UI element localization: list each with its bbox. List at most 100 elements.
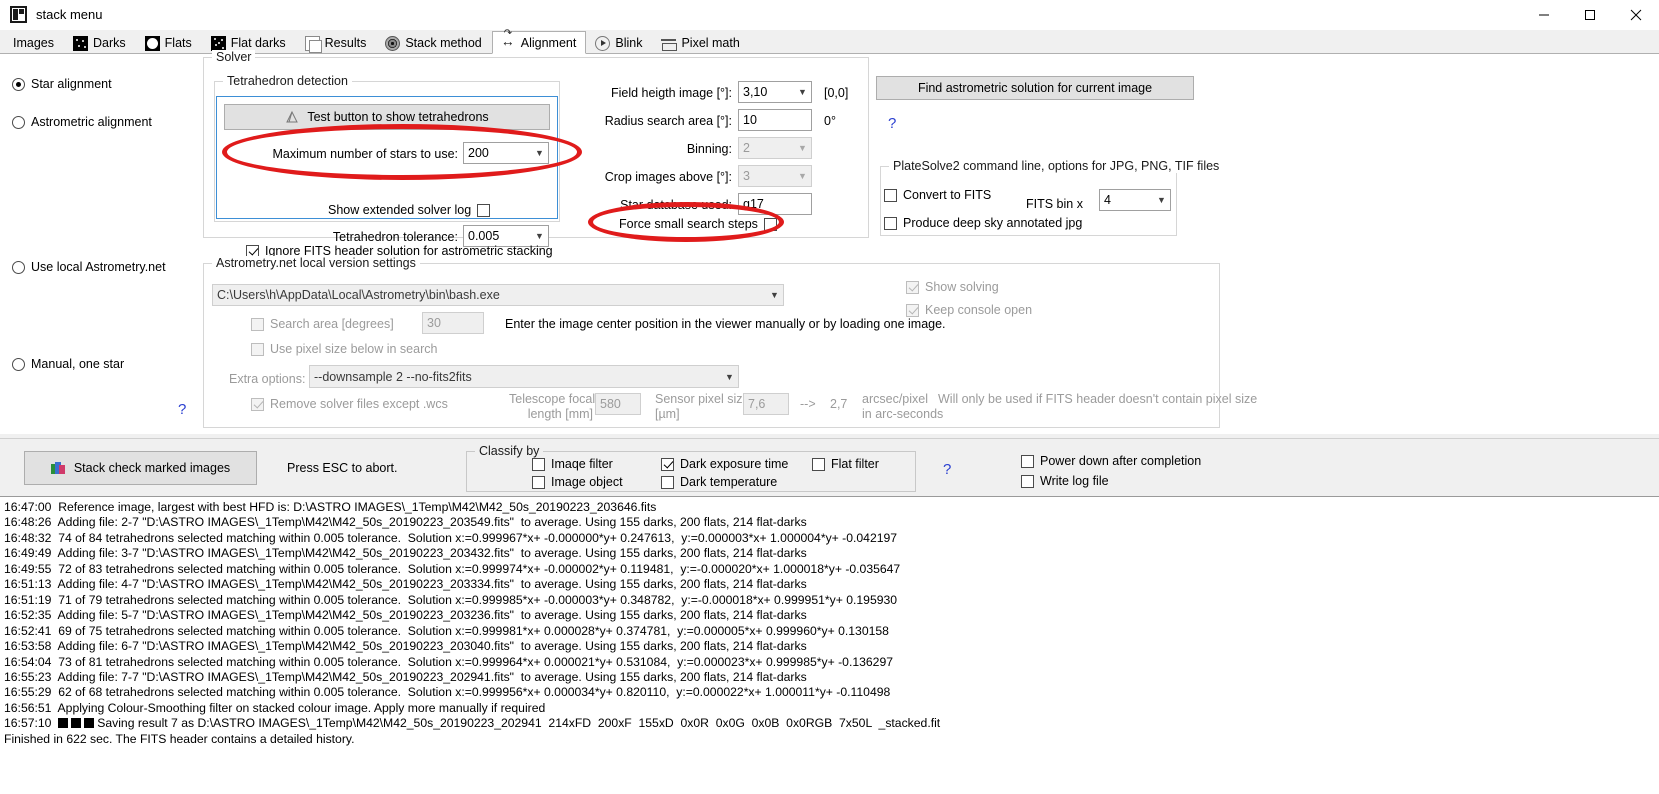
button-label: Stack check marked images	[73, 461, 231, 475]
tab-label: Images	[13, 36, 54, 50]
max-stars-combo[interactable]: 200 ▼	[463, 142, 549, 164]
checkbox-indicator	[884, 188, 897, 202]
radius-search-value: 10	[743, 113, 757, 127]
find-astrometric-solution-button[interactable]: Find astrometric solution for current im…	[876, 76, 1194, 100]
extra-options-combo[interactable]: --downsample 2 --no-fits2fits ▼	[309, 365, 739, 388]
tab-label: Blink	[615, 36, 643, 50]
log-line: 16:52:35 Adding file: 5-7 "D:\ASTRO IMAG…	[4, 608, 807, 623]
stack-method-icon	[385, 35, 401, 51]
chevron-down-icon[interactable]: ▼	[1153, 190, 1170, 210]
classify-image-object-checkbox[interactable]: Image object	[532, 475, 623, 489]
tab-images[interactable]: Images	[4, 31, 64, 54]
test-tetrahedrons-button[interactable]: Test button to show tetrahedrons	[224, 104, 550, 130]
maximize-icon[interactable]	[1567, 0, 1613, 30]
classify-flat-filter-checkbox[interactable]: Flat filter	[812, 457, 879, 471]
power-down-checkbox[interactable]: Power down after completion	[1021, 454, 1201, 468]
crop-images-combo[interactable]: 3 ▼	[738, 165, 812, 187]
abort-hint: Press ESC to abort.	[287, 461, 398, 475]
checkbox-label: Write log file	[1040, 474, 1109, 488]
astrometry-path-combo[interactable]: C:\Users\h\AppData\Local\Astrometry\bin\…	[212, 284, 784, 306]
show-extended-solver-log-checkbox[interactable]: Show extended solver log	[328, 203, 491, 217]
checkbox-label: Show extended solver log	[328, 203, 472, 217]
star-database-input[interactable]: g17	[738, 193, 812, 215]
search-area-value: 30	[427, 316, 441, 330]
field-height-note: [0,0]	[824, 86, 849, 100]
log-line: 16:48:26 Adding file: 2-7 "D:\ASTRO IMAG…	[4, 515, 807, 530]
astrometry-help-icon[interactable]: ?	[178, 401, 186, 418]
chevron-down-icon[interactable]: ▼	[794, 138, 811, 158]
star-database-value: g17	[743, 197, 764, 211]
use-pixel-size-checkbox[interactable]: Use pixel size below in search	[251, 342, 437, 356]
checkbox-label: Keep console open	[925, 303, 1033, 317]
tab-results[interactable]: Results	[296, 31, 377, 54]
show-solving-checkbox[interactable]: Show solving	[906, 280, 999, 294]
binning-combo[interactable]: 2 ▼	[738, 137, 812, 159]
checkbox-indicator	[661, 475, 674, 489]
produce-annotated-jpg-checkbox[interactable]: Produce deep sky annotated jpg	[884, 216, 1082, 230]
tab-blink[interactable]: Blink	[586, 31, 652, 54]
flats-icon	[144, 35, 160, 51]
extra-options-value: --downsample 2 --no-fits2fits	[314, 369, 472, 384]
close-icon[interactable]	[1613, 0, 1659, 30]
classify-dark-temperature-checkbox[interactable]: Dark temperature	[661, 475, 777, 489]
chevron-down-icon[interactable]: ▼	[531, 226, 548, 246]
convert-to-fits-checkbox[interactable]: Convert to FITS	[884, 188, 991, 202]
window-controls	[1521, 0, 1659, 30]
tab-label: Pixel math	[681, 36, 740, 50]
tab-flats[interactable]: Flats	[136, 31, 202, 54]
stack-check-marked-images-button[interactable]: Stack check marked images	[24, 451, 257, 485]
tab-alignment[interactable]: Alignment	[491, 28, 587, 54]
alignment-panel: Star alignment Astrometric alignment Use…	[0, 50, 1659, 434]
sensor-pixel-size-input[interactable]: 7,6	[743, 393, 789, 415]
results-icon	[304, 35, 322, 53]
tab-pixel-math[interactable]: Pixel math	[652, 31, 749, 54]
force-small-search-steps-checkbox[interactable]: Force small search steps	[619, 217, 777, 231]
tab-darks[interactable]: Darks	[64, 31, 136, 54]
remove-solver-files-checkbox[interactable]: Remove solver files except .wcs	[251, 397, 448, 411]
write-log-file-checkbox[interactable]: Write log file	[1021, 474, 1109, 488]
astrometry-path-value: C:\Users\h\AppData\Local\Astrometry\bin\…	[217, 288, 500, 302]
fits-bin-combo[interactable]: 4 ▼	[1099, 189, 1171, 211]
search-area-checkbox[interactable]: Search area [degrees]	[251, 317, 394, 331]
checkbox-label: Dark temperature	[680, 475, 778, 489]
minimize-icon[interactable]	[1521, 0, 1567, 30]
chevron-down-icon[interactable]: ▼	[794, 166, 811, 186]
radio-manual-one-star[interactable]: Manual, one star	[12, 357, 124, 371]
search-area-input[interactable]: 30	[422, 312, 484, 334]
color-swatch-icon	[58, 718, 69, 729]
log-pane[interactable]: 16:47:00 Reference image, largest with b…	[0, 496, 1659, 794]
radio-label: Manual, one star	[31, 357, 125, 371]
field-height-combo[interactable]: 3,10 ▼	[738, 81, 812, 103]
bottom-help-icon[interactable]: ?	[943, 461, 951, 478]
chevron-down-icon[interactable]: ▼	[531, 143, 548, 163]
arrow-indicator: -->	[800, 397, 816, 411]
tab-label: Flats	[164, 36, 192, 50]
radio-star-alignment[interactable]: Star alignment	[12, 77, 112, 91]
telescope-focal-value: 580	[600, 397, 621, 411]
checkbox-indicator	[251, 317, 264, 331]
telescope-focal-input[interactable]: 580	[595, 393, 641, 415]
tab-stack-method[interactable]: Stack method	[376, 31, 491, 54]
alignment-icon	[501, 28, 516, 50]
checkbox-indicator	[884, 216, 897, 230]
radio-astrometric-alignment[interactable]: Astrometric alignment	[12, 115, 152, 129]
radius-search-input[interactable]: 10	[738, 109, 812, 131]
classify-image-filter-checkbox[interactable]: Imaqe filter	[532, 457, 613, 471]
classify-dark-exposure-checkbox[interactable]: Dark exposure time	[661, 457, 788, 471]
extra-options-label: Extra options:	[229, 372, 306, 386]
radio-use-local-astrometry[interactable]: Use local Astrometry.net	[12, 260, 166, 274]
keep-console-open-checkbox[interactable]: Keep console open	[906, 303, 1032, 317]
radio-indicator	[12, 115, 25, 129]
chevron-down-icon[interactable]: ▼	[794, 82, 811, 102]
tab-label: Results	[324, 36, 367, 50]
blink-icon	[595, 35, 611, 51]
checkbox-indicator	[532, 475, 545, 489]
chevron-down-icon[interactable]: ▼	[766, 285, 783, 305]
checkbox-label: Use pixel size below in search	[270, 342, 438, 356]
telescope-focal-label-line1: Telescope focal	[509, 392, 596, 406]
chevron-down-icon[interactable]: ▼	[721, 366, 738, 387]
checkbox-indicator	[1021, 474, 1034, 488]
button-label: Find astrometric solution for current im…	[917, 81, 1153, 95]
checkbox-label: Imaqe filter	[551, 457, 613, 471]
solver-help-icon[interactable]: ?	[888, 115, 896, 132]
